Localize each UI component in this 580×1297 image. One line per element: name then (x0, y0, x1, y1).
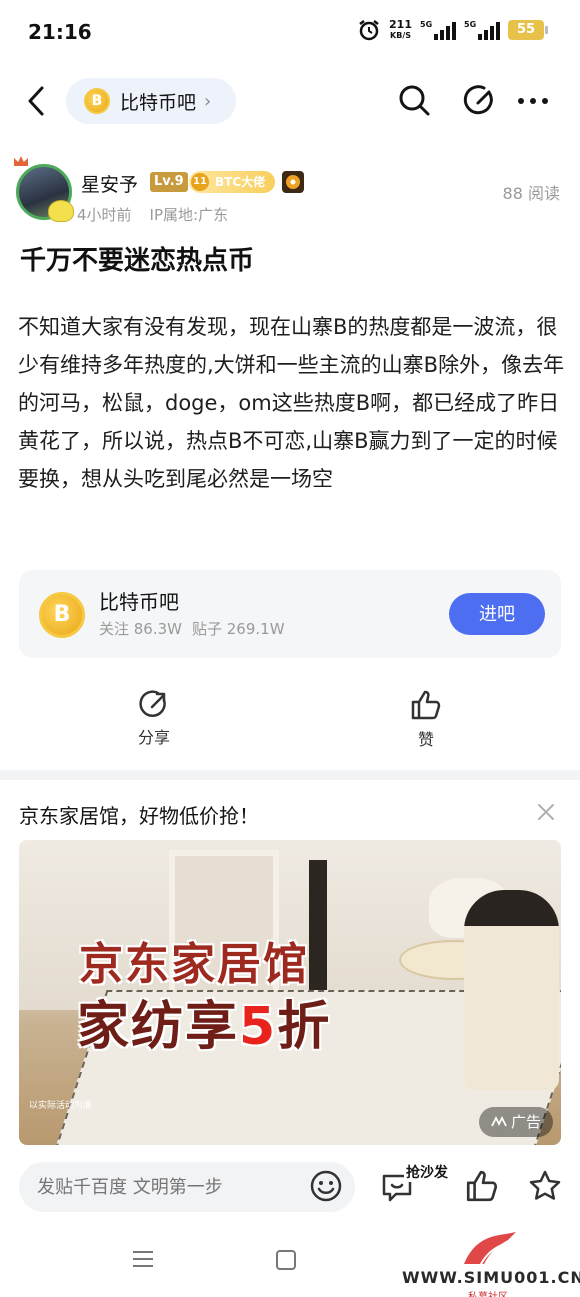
watermark-logo-icon (460, 1230, 520, 1270)
ad-discount: 5 (239, 997, 278, 1057)
enter-forum-button[interactable]: 进吧 (449, 593, 545, 635)
compose-button[interactable] (462, 82, 498, 118)
ad-subheadline-pre: 家纺享 (77, 997, 240, 1057)
close-icon (538, 804, 554, 820)
back-arrow-icon (28, 86, 44, 116)
gear-badge-icon (282, 171, 304, 193)
ip-location: IP属地:广东 (149, 206, 229, 224)
ad-badge: 广告 (478, 1107, 553, 1137)
forum-name: 比特币吧 (120, 91, 197, 114)
star-icon (529, 1170, 561, 1200)
thumbs-up-icon (411, 690, 441, 720)
ad-subheadline-post: 折 (277, 997, 332, 1057)
forum-posts: 贴子 269.1W (192, 620, 285, 638)
emoji-button[interactable] (308, 1168, 344, 1204)
battery-icon: 55 (508, 20, 548, 40)
bitcoin-icon: B (39, 592, 85, 638)
forum-card-stats: 关注 86.3W 贴子 269.1W (99, 618, 285, 639)
home-button[interactable] (276, 1250, 296, 1270)
like-button[interactable]: 赞 (396, 688, 456, 750)
status-icons: 211 KB/S 5G 5G 55 (357, 18, 548, 42)
emoji-icon (310, 1170, 342, 1202)
sofa-label: 抢沙发 (404, 1162, 450, 1182)
post-time: 4小时前 (77, 206, 132, 224)
search-icon (399, 85, 430, 116)
forum-card-name: 比特币吧 (99, 590, 179, 614)
view-count: 88 阅读 (502, 184, 560, 203)
post-title: 千万不要迷恋热点币 (20, 246, 255, 276)
bitcoin-icon: B (84, 88, 110, 114)
status-time: 21:16 (28, 20, 92, 44)
back-button[interactable] (22, 84, 52, 118)
status-bar: 21:16 211 KB/S 5G 5G 55 (0, 0, 580, 68)
menu-icon (133, 1251, 153, 1267)
level-badge: Lv.9 (150, 172, 188, 192)
share-label: 分享 (137, 728, 170, 747)
signal-icon: 5G (464, 20, 500, 40)
ad-note: 以实际活动为准 (29, 1101, 93, 1111)
reply-input[interactable] (19, 1162, 355, 1212)
signal-type-label: 5G (420, 20, 433, 29)
ad-subheadline: 家纺享5折 (77, 984, 331, 1059)
alarm-icon (357, 18, 381, 42)
section-divider (0, 770, 580, 780)
recent-apps-button[interactable] (132, 1250, 154, 1268)
ad-title[interactable]: 京东家居馆，好物低价抢！ (19, 800, 259, 829)
post-body: 不知道大家有没有发现，现在山寨B的热度都是一波流，很少有维持多年热度的,大饼和一… (18, 315, 565, 491)
author-name[interactable]: 星安予 (81, 170, 138, 197)
chevron-right-icon: › (204, 90, 212, 112)
system-nav-bar: WWW.SIMU001.CN 私募社区 (0, 1230, 580, 1297)
fan-badge: 11 BTC大佬 (189, 171, 275, 193)
fan-badge-label: BTC大佬 (215, 175, 266, 189)
more-icon (518, 98, 548, 104)
watermark-domain: WWW.SIMU001.CN (402, 1268, 580, 1287)
close-ad-button[interactable] (534, 800, 558, 824)
more-button[interactable] (516, 86, 550, 116)
forum-followers: 关注 86.3W (99, 620, 182, 638)
favorite-button[interactable] (527, 1168, 563, 1204)
forum-card[interactable]: B 比特币吧 关注 86.3W 贴子 269.1W 进吧 (19, 570, 561, 658)
ad-image[interactable]: 京东家居馆 家纺享5折 以实际活动为准 广告 (19, 840, 561, 1145)
post-meta: 4小时前 IP属地:广东 (77, 204, 228, 225)
thumbs-up-icon (466, 1170, 498, 1202)
signal-type-label: 5G (464, 20, 477, 29)
like-label: 赞 (417, 730, 434, 749)
share-button[interactable]: 分享 (124, 688, 184, 748)
ad-badge-label: 广告 (510, 1113, 541, 1131)
edit-icon (463, 85, 493, 115)
bottom-bar: 抢沙发 (0, 1150, 580, 1230)
watermark-sub: 私募社区 (468, 1288, 508, 1297)
share-icon (139, 690, 166, 717)
ad-logo-icon (491, 1115, 507, 1127)
search-button[interactable] (396, 82, 432, 118)
forum-link[interactable]: B 比特币吧 › (66, 78, 236, 124)
top-nav: B 比特币吧 › (0, 76, 580, 126)
network-speed-unit: KB/S (390, 31, 411, 40)
crown-icon (14, 156, 28, 166)
network-speed-value: 211 (389, 18, 412, 31)
network-speed: 211 KB/S (389, 19, 412, 41)
pet-pendant-icon (48, 200, 74, 222)
ad-table (309, 860, 327, 1000)
bottom-like-button[interactable] (464, 1168, 500, 1204)
ad-headline: 京东家居馆 (79, 939, 309, 990)
fan-badge-level: 11 (191, 173, 209, 191)
signal-icon: 5G (420, 20, 456, 40)
ad-person (464, 890, 559, 1090)
